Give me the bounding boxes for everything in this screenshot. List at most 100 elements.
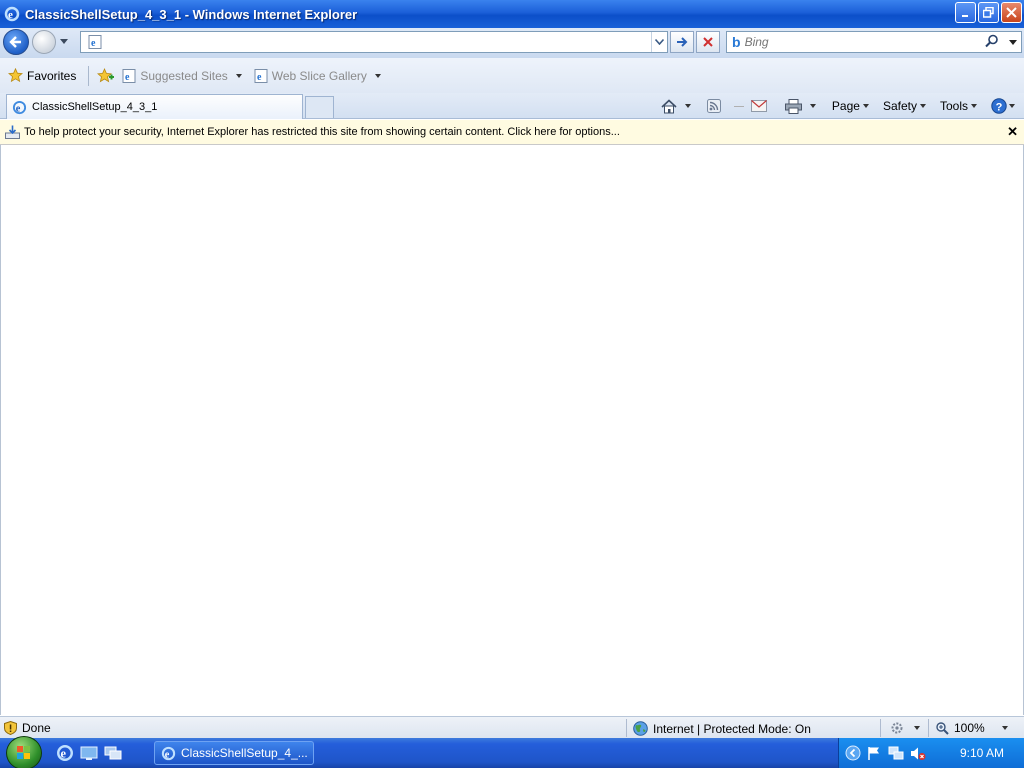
add-to-favorites-icon[interactable] bbox=[97, 67, 115, 84]
search-input[interactable] bbox=[744, 35, 965, 49]
read-mail-button[interactable] bbox=[748, 100, 770, 112]
page-icon: e bbox=[88, 35, 102, 49]
search-icon[interactable] bbox=[985, 34, 999, 48]
safety-menu-button[interactable]: Safety bbox=[880, 99, 929, 113]
forward-button[interactable] bbox=[32, 30, 56, 54]
help-icon: ? bbox=[991, 98, 1007, 114]
page-menu-button[interactable]: Page bbox=[829, 99, 872, 113]
chevron-down-icon bbox=[919, 104, 926, 108]
chevron-down-icon bbox=[862, 104, 869, 108]
clock[interactable]: 9:10 AM bbox=[960, 746, 1004, 760]
address-input[interactable] bbox=[81, 33, 621, 51]
protected-mode-button[interactable] bbox=[890, 721, 920, 735]
status-bar: Done Internet | Protected Mode: On 100% bbox=[0, 716, 1024, 738]
svg-text:e: e bbox=[61, 747, 67, 761]
go-button[interactable] bbox=[670, 31, 694, 53]
back-arrow-icon bbox=[9, 36, 21, 48]
favorites-bar: Favorites e Suggested Sites e Web Slice … bbox=[0, 58, 1024, 93]
stop-x-icon bbox=[703, 37, 713, 47]
globe-icon bbox=[633, 721, 648, 736]
command-bar: Page Safety Tools ? bbox=[658, 96, 1018, 116]
chevron-down-icon bbox=[235, 73, 242, 78]
svg-text:e: e bbox=[165, 749, 170, 760]
tab-classicshellsetup[interactable]: e ClassicShellSetup_4_3_1 bbox=[6, 94, 303, 119]
suggested-sites-link[interactable]: e Suggested Sites bbox=[122, 68, 242, 83]
mail-icon bbox=[750, 100, 767, 112]
chevron-down-icon[interactable] bbox=[684, 104, 691, 108]
svg-text:e: e bbox=[16, 103, 21, 114]
zoom-magnifier-icon bbox=[936, 721, 949, 735]
volume-muted-icon[interactable] bbox=[910, 746, 926, 761]
separator bbox=[928, 719, 929, 737]
svg-text:e: e bbox=[8, 9, 13, 21]
close-information-bar-button[interactable]: ✕ bbox=[1007, 124, 1018, 140]
svg-text:e: e bbox=[257, 72, 262, 83]
printer-icon bbox=[784, 98, 802, 114]
chevron-down-icon[interactable] bbox=[809, 104, 816, 108]
help-button[interactable]: ? bbox=[988, 98, 1018, 114]
restore-button[interactable] bbox=[978, 2, 999, 23]
feeds-button[interactable] bbox=[704, 99, 724, 113]
minimize-button[interactable] bbox=[955, 2, 976, 23]
status-text-area: Done bbox=[4, 721, 51, 735]
show-hidden-icons-icon[interactable] bbox=[845, 745, 861, 761]
back-button[interactable] bbox=[3, 29, 29, 55]
window-title: ClassicShellSetup_4_3_1 - Windows Intern… bbox=[25, 6, 358, 22]
status-text: Done bbox=[22, 721, 51, 735]
windows-logo-icon bbox=[17, 746, 30, 759]
navigation-bar: e b bbox=[0, 28, 1024, 58]
security-zone[interactable]: Internet | Protected Mode: On bbox=[633, 721, 811, 736]
new-tab-button[interactable] bbox=[305, 96, 334, 118]
taskbar-window-label: ClassicShellSetup_4_... bbox=[181, 746, 308, 760]
separator bbox=[880, 719, 881, 737]
page-content[interactable] bbox=[0, 145, 1024, 715]
show-desktop-icon[interactable] bbox=[80, 744, 98, 762]
search-box[interactable]: b bbox=[726, 31, 1022, 53]
suggested-sites-label: Suggested Sites bbox=[140, 68, 228, 83]
tools-menu-button[interactable]: Tools bbox=[937, 99, 980, 113]
taskbar-ie-window-button[interactable]: e ClassicShellSetup_4_... bbox=[154, 741, 314, 765]
favorites-button[interactable]: Favorites bbox=[8, 68, 76, 83]
recent-pages-dropdown[interactable] bbox=[60, 39, 68, 44]
chevron-down-icon bbox=[914, 726, 920, 730]
bing-icon: b bbox=[732, 34, 741, 50]
settings-cog-icon bbox=[891, 722, 903, 734]
chevron-down-icon bbox=[374, 73, 381, 78]
address-box[interactable]: e bbox=[80, 31, 668, 53]
star-icon bbox=[8, 68, 23, 83]
action-center-flag-icon[interactable] bbox=[867, 746, 882, 761]
tools-menu-label: Tools bbox=[939, 99, 968, 113]
close-button[interactable] bbox=[1001, 2, 1022, 23]
switch-windows-icon[interactable] bbox=[104, 744, 122, 762]
svg-text:?: ? bbox=[996, 101, 1003, 113]
tab-row: e ClassicShellSetup_4_3_1 Page Safety To… bbox=[0, 93, 1024, 119]
start-button[interactable] bbox=[6, 736, 42, 768]
network-icon[interactable] bbox=[888, 746, 904, 761]
restore-icon bbox=[983, 7, 994, 18]
information-bar[interactable]: To help protect your security, Internet … bbox=[0, 120, 1024, 145]
home-button[interactable] bbox=[658, 98, 694, 114]
stop-button[interactable] bbox=[696, 31, 720, 53]
ie-logo-icon: e bbox=[161, 746, 176, 760]
ie-quick-launch-icon[interactable]: e bbox=[56, 744, 74, 762]
title-bar[interactable]: e ClassicShellSetup_4_3_1 - Windows Inte… bbox=[0, 0, 1024, 28]
address-dropdown-button[interactable] bbox=[651, 32, 667, 52]
search-options-dropdown[interactable] bbox=[1009, 40, 1017, 45]
zoom-control[interactable]: 100% bbox=[936, 721, 1008, 735]
web-slice-gallery-label: Web Slice Gallery bbox=[271, 68, 367, 83]
chevron-down-icon bbox=[1009, 104, 1015, 108]
print-button[interactable] bbox=[782, 98, 819, 114]
safety-menu-label: Safety bbox=[882, 99, 917, 113]
separator bbox=[88, 65, 90, 86]
quick-launch: e bbox=[56, 744, 122, 762]
svg-text:e: e bbox=[125, 72, 130, 83]
ie-page-icon: e bbox=[254, 68, 268, 83]
chevron-down-icon bbox=[1001, 726, 1008, 730]
tab-label: ClassicShellSetup_4_3_1 bbox=[32, 101, 158, 113]
shield-warning-icon bbox=[4, 721, 17, 735]
web-slice-gallery-link[interactable]: e Web Slice Gallery bbox=[254, 68, 381, 83]
chevron-down-icon bbox=[971, 104, 977, 108]
home-icon bbox=[661, 98, 677, 113]
zoom-level: 100% bbox=[954, 721, 985, 735]
taskbar: e e ClassicShellSetup_4_... 9:10 AM bbox=[0, 736, 1024, 768]
